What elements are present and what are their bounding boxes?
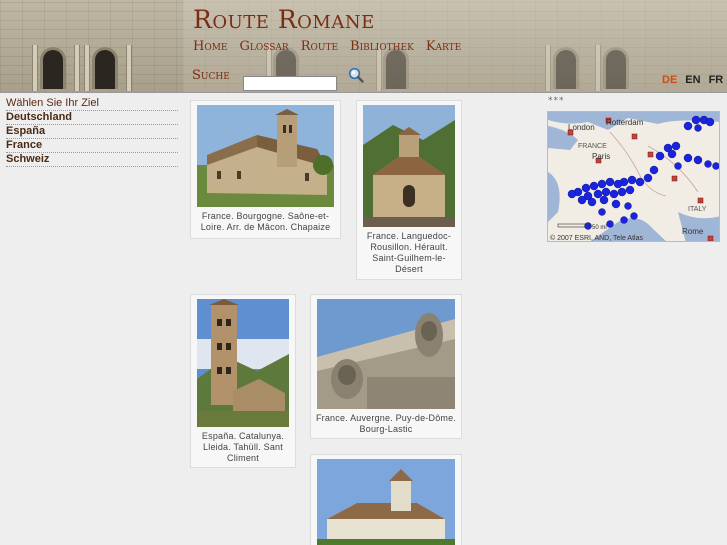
search-input[interactable] — [243, 76, 337, 91]
sidebar-item-espana[interactable]: España — [6, 125, 178, 139]
map-label-rotterdam: Rotterdam — [606, 118, 644, 127]
church-card[interactable]: France. Bourgogne. Saône-et-Loire. Arr. … — [190, 100, 341, 239]
church-photo[interactable] — [317, 459, 455, 545]
main-nav: Home Glossar Route Bibliothek Karte — [193, 39, 461, 54]
language-switcher: DE EN FR — [662, 74, 723, 86]
map-label-italy: ITALY — [688, 206, 707, 213]
nav-bibliothek[interactable]: Bibliothek — [350, 39, 414, 54]
search-icon[interactable] — [348, 67, 364, 83]
card-caption: España. Catalunya. Lleida. Tahüll. Sant … — [201, 431, 285, 463]
sidebar-item-france[interactable]: France — [6, 139, 178, 153]
map-label-rome: Rome — [682, 227, 704, 236]
sidebar-item-deutschland[interactable]: Deutschland — [6, 111, 178, 125]
lang-de[interactable]: DE — [662, 74, 677, 86]
map-label-france: FRANCE — [578, 143, 607, 150]
card-caption: France. Auvergne. Puy-de-Dôme. Bourg-Las… — [315, 413, 457, 434]
lang-fr[interactable]: FR — [709, 74, 724, 86]
search-label: Suche — [192, 68, 230, 83]
church-photo[interactable] — [197, 299, 289, 427]
site-title[interactable]: Route Romane — [193, 5, 375, 34]
church-card[interactable]: France. Languedoc-Rousillon. Hérault. Sa… — [356, 100, 462, 280]
lang-en[interactable]: EN — [685, 74, 700, 86]
nav-route[interactable]: Route — [301, 39, 338, 54]
map-label-paris: Paris — [592, 152, 610, 161]
map-scale: 50 mi — [592, 225, 607, 231]
map-copyright: © 2007 ESRI, AND, Tele Atlas — [550, 234, 643, 242]
church-card[interactable] — [310, 454, 462, 545]
sidebar-item-schweiz[interactable]: Schweiz — [6, 153, 178, 167]
header-stone-left — [0, 0, 183, 92]
nav-home[interactable]: Home — [193, 39, 228, 54]
map-label-london: London — [568, 123, 595, 132]
church-card[interactable]: France. Auvergne. Puy-de-Dôme. Bourg-Las… — [310, 294, 462, 439]
sidebar-heading: Wählen Sie Ihr Ziel — [6, 97, 178, 111]
card-caption: France. Bourgogne. Saône-et-Loire. Arr. … — [200, 211, 331, 232]
route-map[interactable]: London Rotterdam FRANCE Paris ITALY Rome… — [547, 111, 720, 242]
destination-sidebar: Wählen Sie Ihr Ziel Deutschland España F… — [6, 97, 178, 167]
church-card[interactable]: España. Catalunya. Lleida. Tahüll. Sant … — [190, 294, 296, 468]
nav-karte[interactable]: Karte — [426, 39, 461, 54]
church-photo[interactable] — [197, 105, 334, 207]
card-caption: France. Languedoc-Rousillon. Hérault. Sa… — [366, 231, 452, 274]
map-canvas[interactable]: London Rotterdam FRANCE Paris ITALY Rome… — [548, 112, 720, 242]
header-banner: Route Romane Home Glossar Route Biblioth… — [0, 0, 727, 93]
church-photo[interactable] — [363, 105, 455, 227]
nav-glossar[interactable]: Glossar — [240, 39, 289, 54]
church-photo[interactable] — [317, 299, 455, 409]
map-ornament: *** — [548, 96, 565, 106]
